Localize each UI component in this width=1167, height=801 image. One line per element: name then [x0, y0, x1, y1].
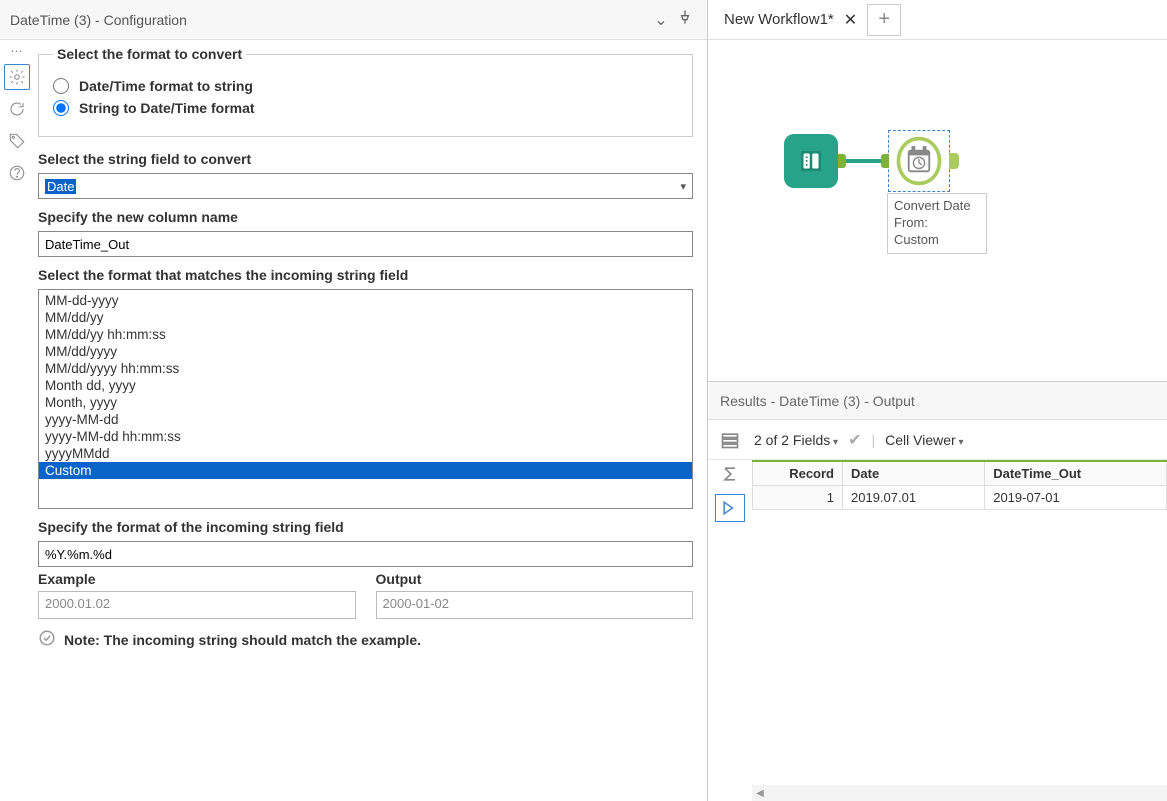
list-item[interactable]: yyyy-MM-dd: [39, 411, 692, 428]
list-item[interactable]: MM-dd-yyyy: [39, 292, 692, 309]
help-icon[interactable]: [4, 160, 30, 186]
list-item[interactable]: MM/dd/yy: [39, 309, 692, 326]
cell-viewer-dropdown[interactable]: Cell Viewer: [885, 432, 963, 448]
column-header[interactable]: Record: [753, 461, 843, 486]
pin-icon[interactable]: [673, 9, 697, 30]
example-value: 2000.01.02: [38, 591, 356, 619]
list-item[interactable]: Month dd, yyyy: [39, 377, 692, 394]
label-custom-format: Specify the format of the incoming strin…: [38, 519, 693, 535]
column-header[interactable]: DateTime_Out: [985, 461, 1167, 486]
config-title: DateTime (3) - Configuration: [10, 12, 187, 28]
tab-workflow[interactable]: New Workflow1* ✕: [720, 4, 861, 36]
note-text: Note: The incoming string should match t…: [64, 632, 421, 648]
radio-string-to-datetime[interactable]: String to Date/Time format: [53, 100, 678, 116]
tag-icon[interactable]: [4, 128, 30, 154]
new-tab-button[interactable]: +: [867, 4, 901, 36]
results-side-toolbar: [708, 460, 752, 801]
radio-datetime-to-string[interactable]: Date/Time format to string: [53, 78, 678, 94]
results-toolbar: 2 of 2 Fields ✔ | Cell Viewer: [708, 420, 1167, 460]
format-listbox[interactable]: MM-dd-yyyyMM/dd/yyMM/dd/yy hh:mm:ssMM/dd…: [38, 289, 693, 509]
new-column-input[interactable]: [38, 231, 693, 257]
input-node[interactable]: [784, 134, 838, 188]
grip-icon: ⋯: [11, 44, 24, 58]
horizontal-scrollbar[interactable]: ◀: [752, 785, 1167, 801]
config-header: DateTime (3) - Configuration ⌄: [0, 0, 707, 40]
refresh-icon[interactable]: [4, 96, 30, 122]
output-value: 2000-01-02: [376, 591, 694, 619]
canvas[interactable]: Convert DateFrom:Custom: [784, 130, 950, 192]
format-convert-group: Select the format to convert Date/Time f…: [38, 46, 693, 137]
close-icon[interactable]: ✕: [844, 10, 857, 30]
list-item[interactable]: MM/dd/yy hh:mm:ss: [39, 326, 692, 343]
fields-dropdown[interactable]: 2 of 2 Fields: [754, 432, 838, 448]
label-format-list: Select the format that matches the incom…: [38, 267, 693, 283]
list-item[interactable]: MM/dd/yyyy hh:mm:ss: [39, 360, 692, 377]
chevron-down-icon: ▾: [680, 180, 686, 193]
table-row[interactable]: 12019.07.012019-07-01: [753, 486, 1167, 510]
config-side-toolbar: ⋯: [0, 40, 34, 801]
chevron-down-icon[interactable]: ⌄: [649, 10, 673, 30]
output-label: Output: [376, 571, 694, 587]
group-legend: Select the format to convert: [53, 46, 246, 62]
list-item[interactable]: MM/dd/yyyy: [39, 343, 692, 360]
list-item[interactable]: Month, yyyy: [39, 394, 692, 411]
check-icon[interactable]: ✔: [848, 430, 861, 450]
field-select[interactable]: Date ▾: [38, 173, 693, 199]
label-select-field: Select the string field to convert: [38, 151, 693, 167]
workflow-tab-bar: New Workflow1* ✕ +: [708, 0, 1167, 40]
gear-icon[interactable]: [4, 64, 30, 90]
check-circle-icon: [38, 629, 56, 650]
example-label: Example: [38, 571, 356, 587]
sigma-icon[interactable]: [715, 460, 745, 488]
node-label: Convert DateFrom:Custom: [887, 193, 987, 254]
custom-format-input[interactable]: [38, 541, 693, 567]
results-table[interactable]: RecordDateDateTime_Out 12019.07.012019-0…: [752, 460, 1167, 510]
label-new-column: Specify the new column name: [38, 209, 693, 225]
list-item[interactable]: yyyyMMdd: [39, 445, 692, 462]
list-item[interactable]: Custom: [39, 462, 692, 479]
output-icon[interactable]: [715, 494, 745, 522]
results-header: Results - DateTime (3) - Output: [708, 382, 1167, 420]
datetime-node[interactable]: Convert DateFrom:Custom: [888, 130, 950, 192]
rows-icon[interactable]: [715, 426, 745, 454]
column-header[interactable]: Date: [843, 461, 985, 486]
list-item[interactable]: yyyy-MM-dd hh:mm:ss: [39, 428, 692, 445]
